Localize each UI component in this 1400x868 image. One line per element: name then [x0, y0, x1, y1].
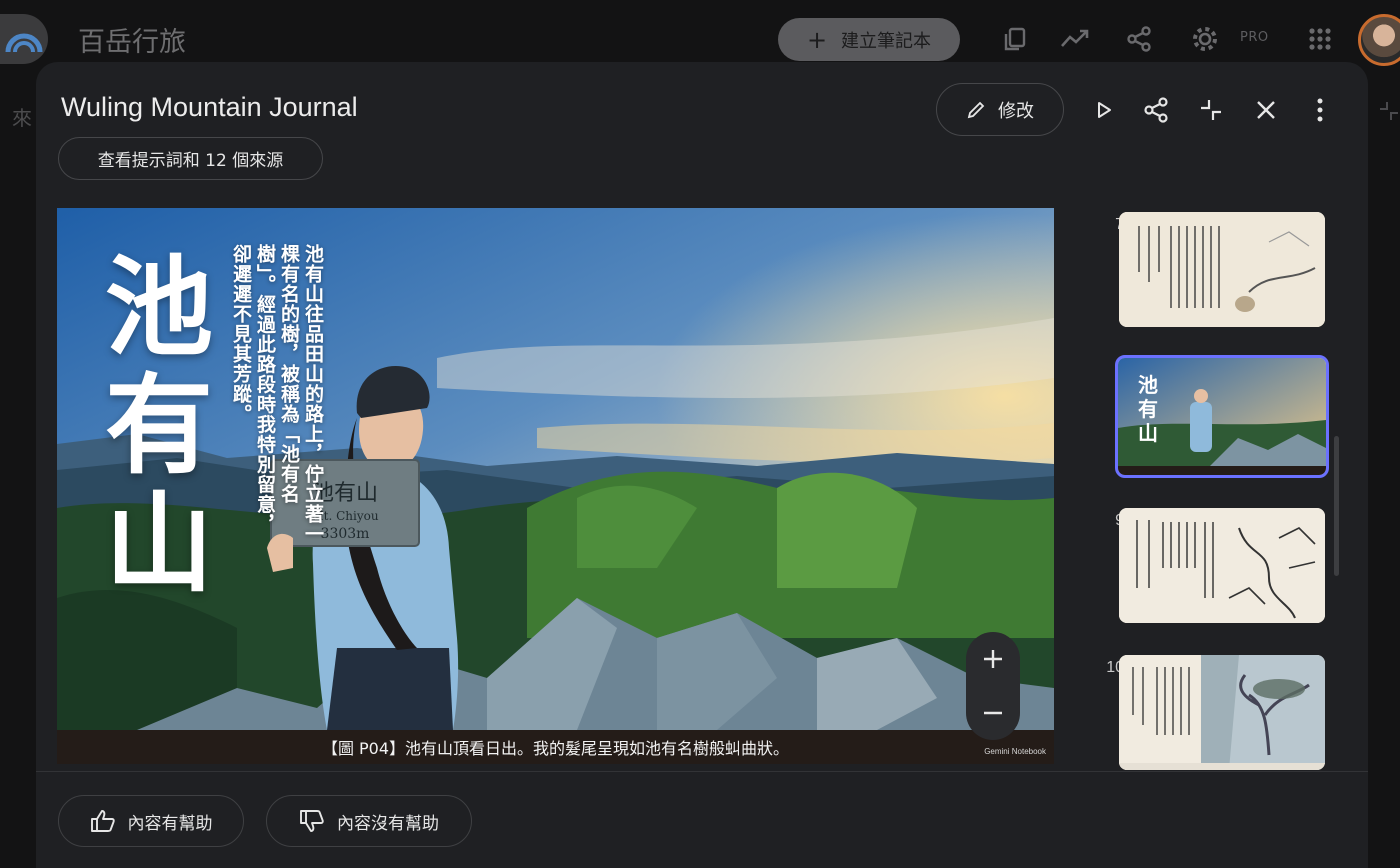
helpful-button[interactable]: 內容有幫助: [58, 795, 244, 847]
dialog-title: Wuling Mountain Journal: [61, 92, 358, 122]
avatar[interactable]: [1358, 14, 1400, 66]
settings-icon[interactable]: [1188, 22, 1222, 56]
edit-button[interactable]: 修改: [936, 83, 1064, 136]
slide-thumbnail-list: 7 8: [1076, 208, 1336, 770]
thumbs-down-icon: [300, 810, 324, 832]
background-panel-text: 來: [12, 106, 32, 130]
thumbnail-scrollbar[interactable]: [1334, 436, 1339, 576]
plus-icon: [984, 650, 1002, 668]
thumbnail-row[interactable]: 10: [1076, 655, 1336, 770]
helpful-label: 內容有幫助: [127, 813, 213, 834]
thumbnail-row[interactable]: 7: [1076, 212, 1336, 332]
svg-text:山: 山: [1138, 421, 1158, 445]
play-icon[interactable]: [1088, 94, 1120, 126]
background-collapse-icon: [1378, 100, 1400, 126]
view-sources-button[interactable]: 查看提示詞和 12 個來源: [58, 137, 323, 180]
exit-fullscreen-icon[interactable]: [1195, 94, 1227, 126]
current-slide: 池有山 Mt. Chiyou 3303m 池有山 池有山往品田山的路上，佇立著一…: [57, 208, 1054, 764]
notebook-title[interactable]: 百岳行旅: [78, 20, 186, 59]
create-notebook-label: 建立筆記本: [841, 30, 932, 52]
close-icon[interactable]: [1250, 94, 1282, 126]
edit-label: 修改: [998, 100, 1034, 122]
watermark: Gemini Notebook: [984, 747, 1046, 756]
sign-altitude: 3303m: [321, 526, 370, 542]
slide-thumbnail[interactable]: [1119, 655, 1325, 770]
slide-thumbnail-selected[interactable]: 池 有 山: [1115, 355, 1329, 478]
minus-icon: [984, 711, 1002, 715]
caption-text: 【圖 P04】池有山頂看日出。我的髮尾呈現如池有名樹般虯曲狀。: [321, 739, 790, 758]
zoom-out-button[interactable]: [966, 686, 1020, 740]
slide-thumbnail[interactable]: [1119, 508, 1325, 623]
create-notebook-button[interactable]: + 建立筆記本: [778, 18, 960, 61]
plus-icon: +: [806, 25, 828, 54]
pencil-icon: [967, 101, 985, 118]
more-options-icon[interactable]: [1304, 94, 1336, 126]
thumbnail-row[interactable]: 9: [1076, 508, 1336, 628]
pro-badge: PRO: [1240, 30, 1269, 45]
not-helpful-button[interactable]: 內容沒有幫助: [266, 795, 472, 847]
not-helpful-label: 內容沒有幫助: [337, 813, 439, 834]
share-icon[interactable]: [1122, 22, 1156, 56]
notebook-logo-icon: [5, 33, 43, 53]
zoom-controls: [966, 632, 1020, 740]
footer-divider: [36, 771, 1368, 772]
apps-grid-icon[interactable]: [1303, 22, 1337, 56]
app-logo[interactable]: [0, 14, 48, 64]
analytics-icon[interactable]: [1058, 22, 1092, 56]
svg-text:池: 池: [1138, 373, 1158, 397]
slide-body-text: 池有山往品田山的路上，佇立著一棵有名的樹，被稱為「池有名樹」。經過此路段時我特別…: [230, 244, 324, 544]
slide-viewer-dialog: Wuling Mountain Journal 查看提示詞和 12 個來源 修改: [36, 62, 1368, 868]
slide-title: 池有山: [104, 246, 213, 607]
thumbs-up-icon: [90, 810, 115, 832]
copy-icon[interactable]: [998, 22, 1032, 56]
svg-text:有: 有: [1138, 397, 1158, 421]
slide-caption: 【圖 P04】池有山頂看日出。我的髮尾呈現如池有名樹般虯曲狀。: [57, 730, 1054, 764]
zoom-in-button[interactable]: [966, 632, 1020, 686]
share-icon[interactable]: [1140, 94, 1172, 126]
slide-thumbnail[interactable]: [1119, 212, 1325, 327]
thumbnail-row-selected[interactable]: 8 池 有 山: [1076, 355, 1336, 479]
